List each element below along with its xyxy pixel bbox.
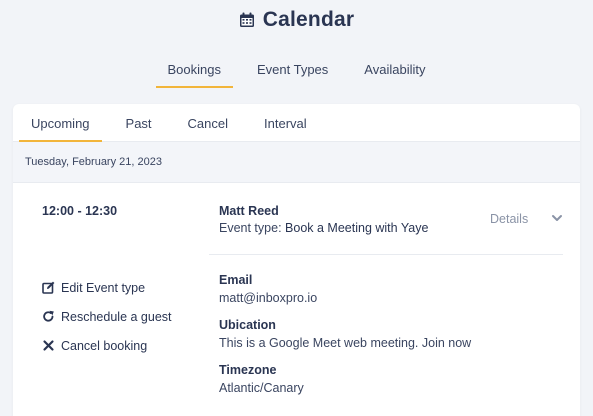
booking-time: 12:00 - 12:30 <box>42 204 118 218</box>
reschedule-guest-label: Reschedule a guest <box>61 309 172 324</box>
details-button[interactable]: Details <box>490 212 528 226</box>
event-type-label: Event type: <box>219 221 282 235</box>
cancel-booking-label: Cancel booking <box>61 338 148 353</box>
location-label: Ubication <box>219 318 276 332</box>
divider <box>209 254 563 255</box>
edit-icon <box>42 281 55 294</box>
main-tabs: Bookings Event Types Availability <box>0 58 593 88</box>
page-header: Calendar <box>0 6 593 34</box>
booking-date: Tuesday, February 21, 2023 <box>13 142 580 183</box>
reschedule-guest-button[interactable]: Reschedule a guest <box>42 302 172 331</box>
email-label: Email <box>219 273 253 287</box>
tab-past[interactable]: Past <box>114 104 164 142</box>
edit-event-type-label: Edit Event type <box>61 280 146 295</box>
timezone-value: Atlantic/Canary <box>219 381 304 395</box>
calendar-icon <box>239 12 254 27</box>
chevron-down-icon[interactable] <box>551 212 563 224</box>
booking-actions: Edit Event type Reschedule a guest Cance… <box>42 273 172 360</box>
tab-upcoming[interactable]: Upcoming <box>19 104 102 142</box>
close-icon <box>43 340 54 351</box>
tab-interval[interactable]: Interval <box>252 104 319 142</box>
timezone-label: Timezone <box>219 363 277 377</box>
edit-event-type-button[interactable]: Edit Event type <box>42 273 172 302</box>
cancel-booking-button[interactable]: Cancel booking <box>42 331 172 360</box>
event-type-value: Book a Meeting with Yaye <box>285 221 429 235</box>
email-section: Email matt@inboxpro.io <box>219 273 471 305</box>
location-section: Ubication This is a Google Meet web meet… <box>219 318 471 350</box>
timezone-section: Timezone Atlantic/Canary <box>219 363 471 395</box>
tab-bookings[interactable]: Bookings <box>155 58 234 88</box>
location-value: This is a Google Meet web meeting. Join … <box>219 336 472 350</box>
email-value: matt@inboxpro.io <box>219 291 318 305</box>
bookings-card: Upcoming Past Cancel Interval Tuesday, F… <box>13 104 580 416</box>
booking-info: Email matt@inboxpro.io Ubication This is… <box>219 273 471 408</box>
redo-icon <box>43 310 54 322</box>
guest-name: Matt Reed <box>219 204 279 218</box>
event-type-line: Event type: Book a Meeting with Yaye <box>219 221 428 235</box>
tab-event-types[interactable]: Event Types <box>245 58 340 88</box>
page-title: Calendar <box>262 8 355 31</box>
tab-cancel[interactable]: Cancel <box>176 104 240 142</box>
booking-filter-tabs: Upcoming Past Cancel Interval <box>13 104 580 142</box>
tab-availability[interactable]: Availability <box>352 58 437 88</box>
